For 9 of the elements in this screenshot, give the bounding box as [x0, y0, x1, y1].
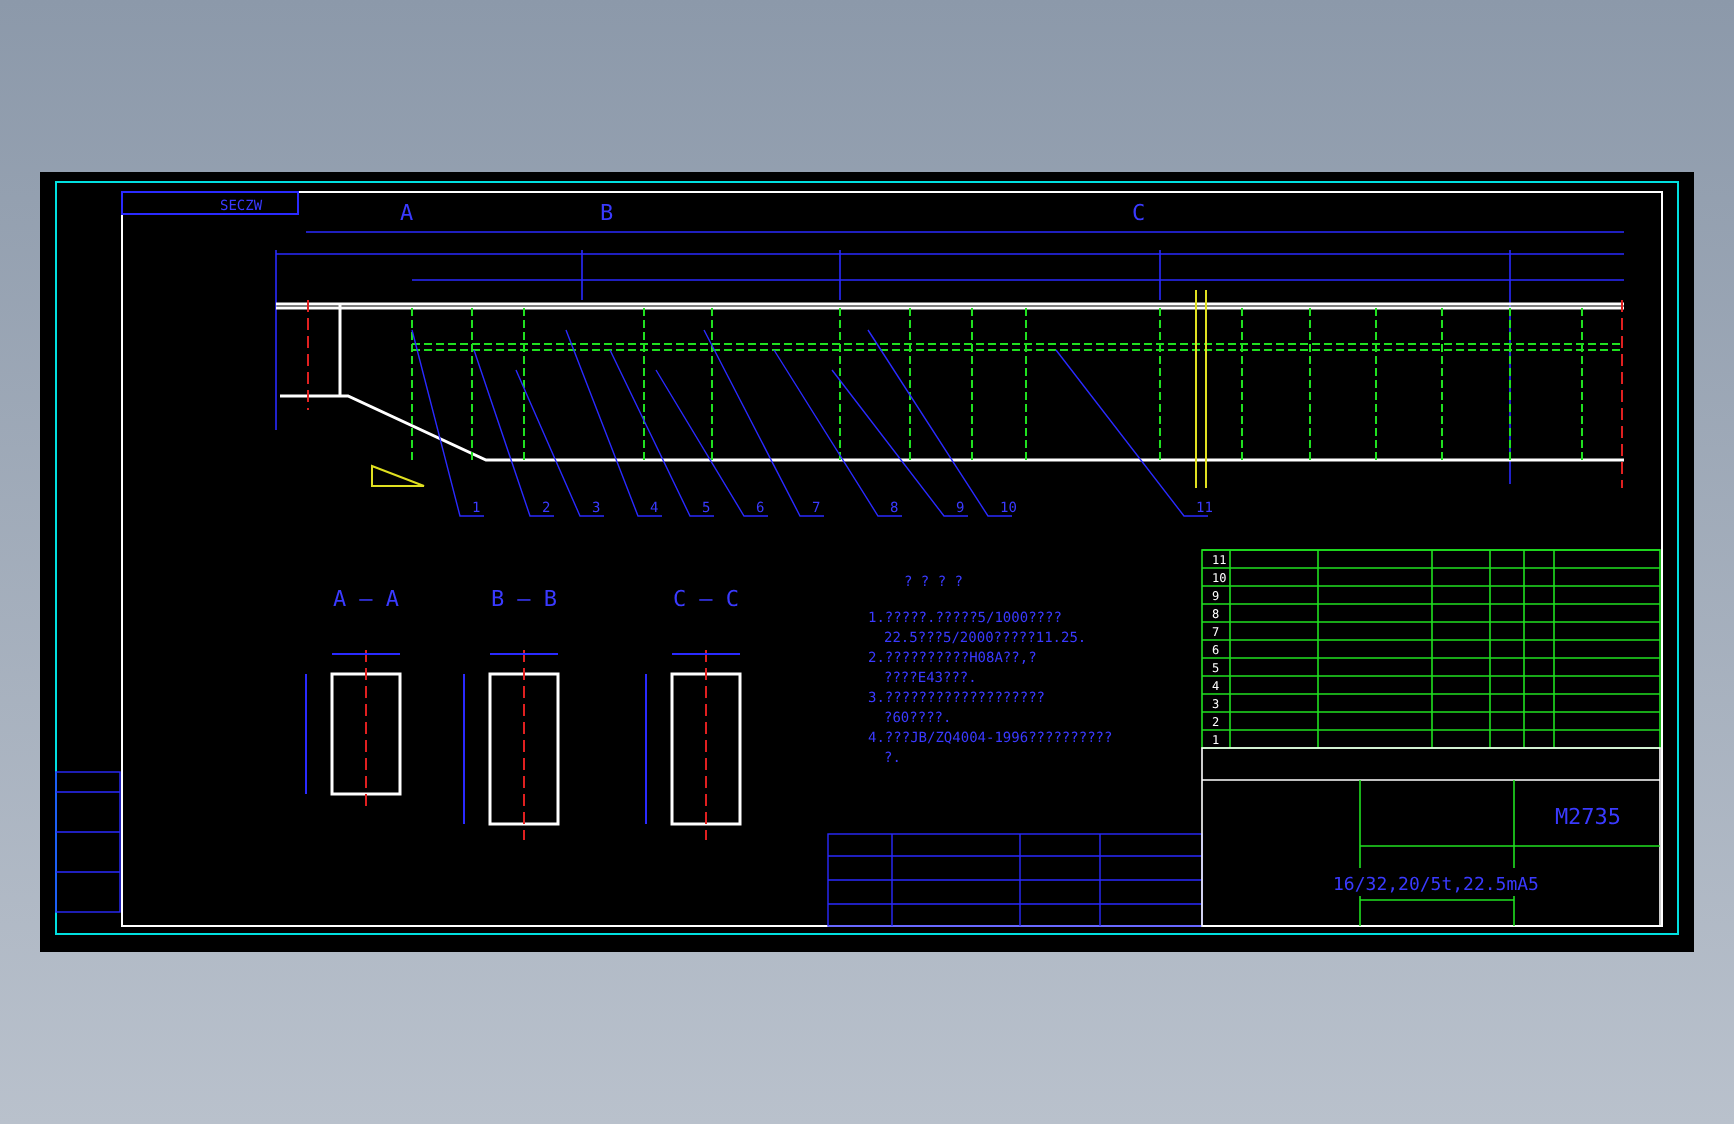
section-title: B — B: [490, 586, 558, 612]
side-stamp-table: [55, 771, 121, 913]
section-title: A — A: [332, 586, 400, 612]
section-marker: A: [400, 200, 414, 226]
section-marker: B: [600, 200, 614, 226]
drawing-number: M2735: [1554, 804, 1622, 830]
section-title: C — C: [672, 586, 740, 612]
specification-text: 16/32,20/5t,22.5mA5: [1333, 876, 1539, 896]
section-marker: C: [1132, 200, 1146, 226]
